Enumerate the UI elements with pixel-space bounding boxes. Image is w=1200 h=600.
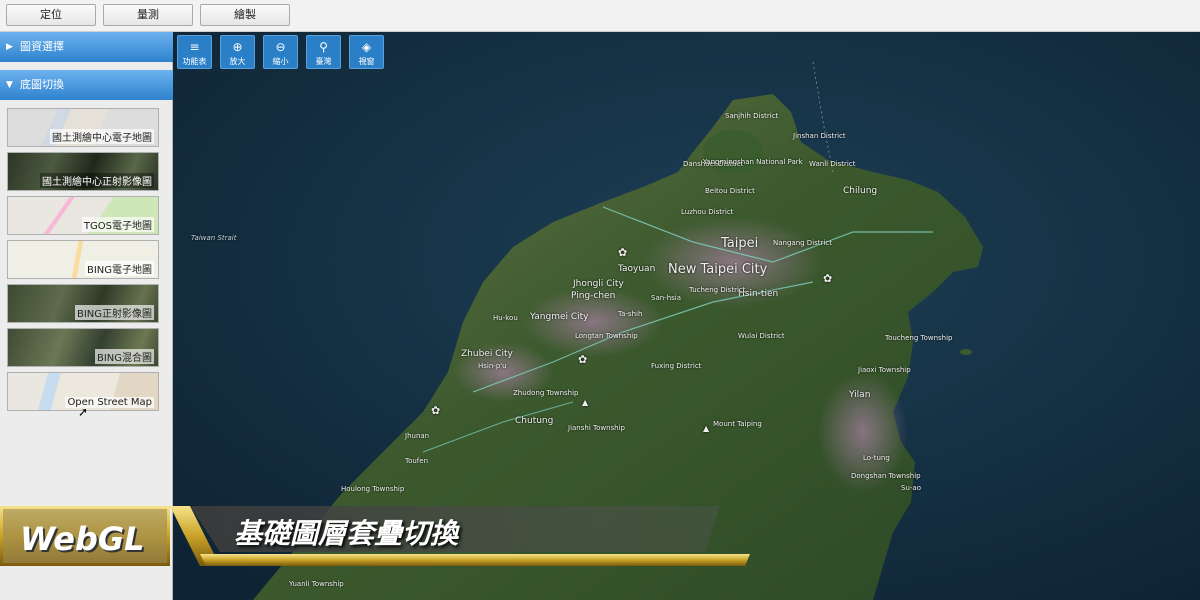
label-jinshan: Jinshan District <box>793 132 846 140</box>
label-sanxia: San-hsia <box>651 294 682 302</box>
flower-marker-icon[interactable]: ✿ <box>823 272 832 285</box>
label-yangmingshan: Yangmingshan National Park <box>703 158 803 166</box>
label-taiwan-strait: Taiwan Strait <box>191 234 237 242</box>
label-yangmei: Yangmei City <box>530 312 589 322</box>
label-toucheng: Toucheng Township <box>885 334 953 342</box>
label-new-taipei: New Taipei City <box>668 262 768 277</box>
zoom-in-icon: ⊕ <box>232 40 243 54</box>
measure-button[interactable]: 量測 <box>103 4 193 26</box>
basemap-nlsc-ortho[interactable]: 國土測繪中心正射影像圖 <box>7 152 159 191</box>
basemap-label: 國土測繪中心電子地圖 <box>50 129 154 144</box>
location-pin-icon: ⚲ <box>319 40 328 54</box>
flower-marker-icon[interactable]: ✿ <box>431 404 440 417</box>
label-hsinpu: Hsin-p'u <box>478 362 507 370</box>
label-zhubei: Zhubei City <box>461 349 513 359</box>
tool-label: 視窗 <box>358 57 375 66</box>
basemap-label: 國土測繪中心正射影像圖 <box>40 173 154 188</box>
label-nangang: Nangang District <box>773 239 832 247</box>
label-daxi: Ta-shih <box>618 310 643 318</box>
label-yuanli: Yuanli Township <box>289 580 344 588</box>
tool-label: 臺灣 <box>315 57 332 66</box>
label-mt-taiping: Mount Taiping <box>713 420 762 428</box>
layer-selection-header[interactable]: ▶ 圖資選擇 <box>0 32 173 62</box>
label-toufen: Toufen <box>405 457 429 465</box>
basemap-label: BING混合圖 <box>94 349 154 364</box>
label-yilan: Yilan <box>849 390 871 400</box>
label-jiaoxi: Jiaoxi Township <box>858 366 911 374</box>
label-taipei: Taipei <box>721 236 759 251</box>
label-tucheng: Tucheng District <box>689 286 746 294</box>
label-zhudong: Zhudong Township <box>513 389 579 397</box>
window-button[interactable]: ◈ 視窗 <box>349 35 384 69</box>
label-taoyuan: Taoyuan <box>618 264 656 274</box>
mountain-marker-icon: ▲ <box>582 398 589 407</box>
flower-marker-icon[interactable]: ✿ <box>618 246 627 259</box>
basemap-bing-hybrid[interactable]: BING混合圖 <box>7 328 159 367</box>
label-fuxing: Fuxing District <box>651 362 702 370</box>
layer-selection-title: 圖資選擇 <box>20 40 64 53</box>
mouse-cursor-icon: ➚ <box>78 405 89 419</box>
label-wulai: Wulai District <box>738 332 785 340</box>
draw-button[interactable]: 繪製 <box>200 4 290 26</box>
tool-label: 縮小 <box>272 57 289 66</box>
zoom-out-button[interactable]: ⊖ 縮小 <box>263 35 298 69</box>
label-houlong: Houlong Township <box>341 485 405 493</box>
caret-down-icon: ▼ <box>6 80 13 90</box>
label-jianshi: Jianshi Township <box>568 424 625 432</box>
basemap-bing-road[interactable]: BING電子地圖 <box>7 240 159 279</box>
zoom-in-button[interactable]: ⊕ 放大 <box>220 35 255 69</box>
basemap-switch-header[interactable]: ▼ 底圖切換 <box>0 70 173 100</box>
basemap-label: BING正射影像圖 <box>74 305 154 320</box>
menu-icon: ≡ <box>189 40 200 54</box>
label-suao: Su-ao <box>901 484 921 492</box>
label-hukou: Hu-kou <box>493 314 518 322</box>
top-toolbar: 定位 量測 繪製 <box>0 0 1200 32</box>
basemap-nlsc-emap[interactable]: 國土測繪中心電子地圖 <box>7 108 159 147</box>
label-sanchih: Sanjhih District <box>725 112 779 120</box>
label-pingzhen: Ping-chen <box>571 291 616 301</box>
label-jhongli: Jhongli City <box>573 279 624 289</box>
label-chilung: Chilung <box>843 186 878 196</box>
basemap-tgos[interactable]: TGOS電子地圖 <box>7 196 159 235</box>
flower-marker-icon[interactable]: ✿ <box>578 353 587 366</box>
locate-button[interactable]: 定位 <box>6 4 96 26</box>
basemap-label: BING電子地圖 <box>84 261 154 276</box>
tool-label: 放大 <box>229 57 246 66</box>
label-wanli: Wanli District <box>809 160 856 168</box>
label-luodong: Lo-tung <box>863 454 890 462</box>
menu-tool-button[interactable]: ≡ 功能表 <box>177 35 212 69</box>
label-dongshan: Dongshan Township <box>851 472 921 480</box>
basemap-label: TGOS電子地圖 <box>81 217 154 232</box>
label-chutung: Chutung <box>515 416 554 426</box>
tool-label: 功能表 <box>182 57 207 66</box>
label-beitou: Beitou District <box>705 187 755 195</box>
banner-tag: WebGL <box>20 520 145 558</box>
mountain-marker-icon: ▲ <box>703 424 710 433</box>
label-zhunan: Jhunan <box>405 432 430 440</box>
app-window: 定位 量測 繪製 ▶ 圖資選擇 ▼ 底圖切換 國土測繪中心電子地圖 國土測繪中心… <box>0 0 1200 600</box>
zoom-out-icon: ⊖ <box>275 40 286 54</box>
basemap-switch-title: 底圖切換 <box>20 78 64 91</box>
layers-icon: ◈ <box>361 40 372 54</box>
banner-subtitle: 基礎圖層套疊切換 <box>234 517 459 550</box>
basemap-bing-aerial[interactable]: BING正射影像圖 <box>7 284 159 323</box>
label-longtan: Longtan Township <box>575 332 638 340</box>
taiwan-view-button[interactable]: ⚲ 臺灣 <box>306 35 341 69</box>
label-luzhou: Luzhou District <box>681 208 734 216</box>
caret-right-icon: ▶ <box>6 42 13 52</box>
